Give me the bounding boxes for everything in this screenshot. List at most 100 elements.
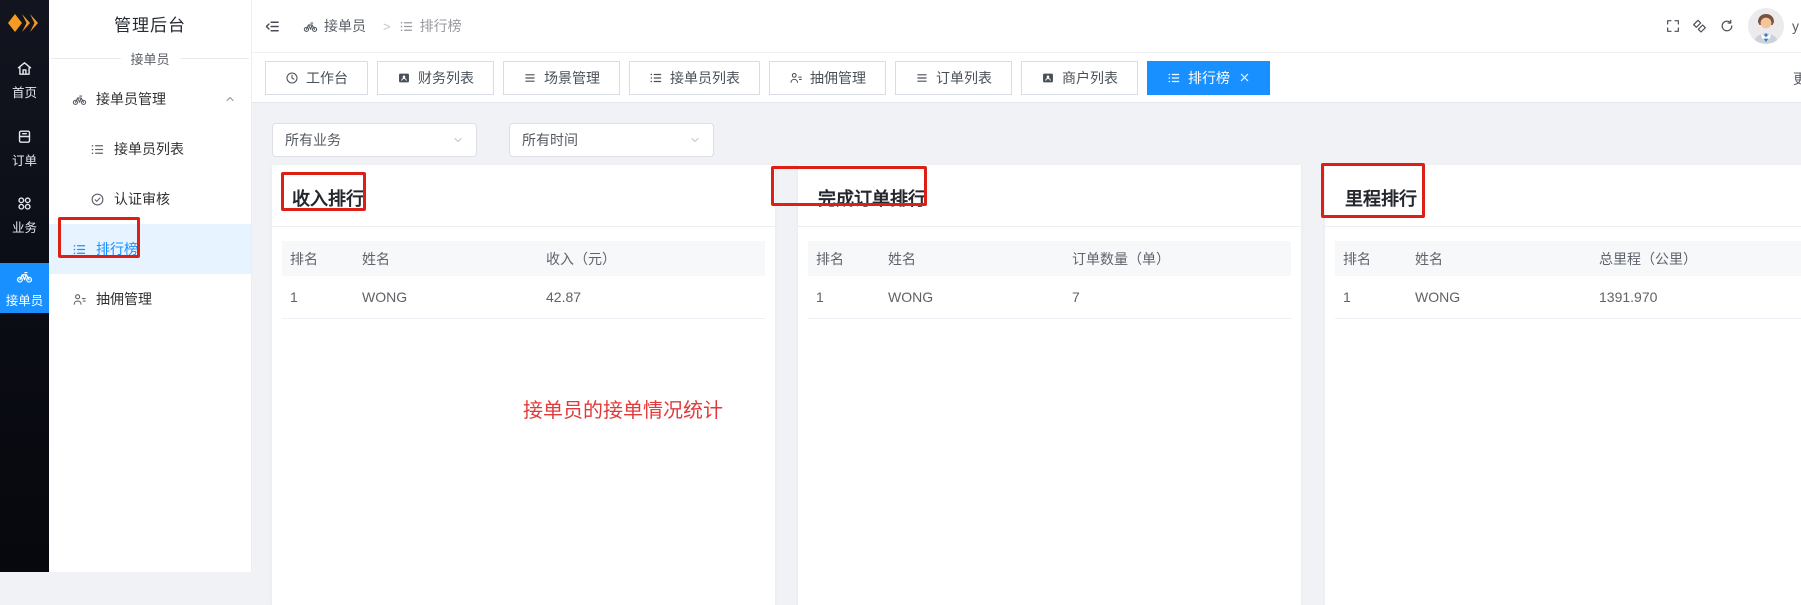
fullscreen-icon[interactable] [1665,18,1681,34]
business-grid-icon [16,195,33,212]
column-header-name: 姓名 [1415,249,1599,269]
rail-item-business[interactable]: 业务 [0,195,49,236]
sidebar-item-courier-management[interactable]: 接单员管理 [49,74,251,124]
sidebar-item-commission[interactable]: 抽佣管理 [49,274,251,324]
tab-label: 工作台 [306,68,348,88]
tab-scene-management[interactable]: 场景管理 [503,61,620,95]
tab-label: 订单列表 [936,68,992,88]
cell-rank: 1 [282,289,362,305]
tags-icon[interactable] [1692,18,1708,34]
menu-fold-icon[interactable] [264,18,281,35]
sidebar-menu: 接单员管理 接单员列表 认证审核 排行榜 抽佣管理 [49,74,251,324]
table-header: 排名 姓名 订单数量（单） [808,241,1291,276]
tab-workbench[interactable]: 工作台 [265,61,368,95]
orders-ranking-panel: 完成订单排行 排名 姓名 订单数量（单） 1 WONG 7 [798,165,1301,605]
tab-label: 财务列表 [418,68,474,88]
column-header-value: 总里程（公里） [1599,249,1801,269]
more-label[interactable]: 更 [1793,69,1801,89]
sidebar-item-label: 接单员列表 [114,139,184,159]
panel-title: 完成订单排行 [798,165,1301,227]
tab-label: 抽佣管理 [810,68,866,88]
person-lines-icon [789,71,803,85]
column-header-rank: 排名 [808,249,888,269]
list-icon [399,19,414,34]
cell-value: 1391.970 [1599,289,1801,305]
tab-courier-list[interactable]: 接单员列表 [629,61,760,95]
list-icon [90,142,105,157]
lines-icon [915,71,929,85]
tab-finance-list[interactable]: 财务列表 [377,61,494,95]
rail-item-label: 首页 [12,82,37,101]
rail-item-home[interactable]: 首页 [0,60,49,101]
home-icon [16,60,33,77]
sidebar-item-label: 排行榜 [96,239,138,259]
table-row[interactable]: 1 WONG 7 [808,276,1291,319]
app-logo-icon[interactable] [7,10,41,36]
cell-name: WONG [888,289,1072,305]
select-value: 所有时间 [522,130,578,150]
orders-ranking-table: 排名 姓名 订单数量（单） 1 WONG 7 [808,241,1291,319]
lines-icon [523,71,537,85]
chevron-up-icon[interactable] [224,93,236,105]
table-header: 排名 姓名 收入（元） [282,241,765,276]
check-circle-icon [90,192,105,207]
rail-item-label: 业务 [12,217,37,236]
chevron-down-icon [452,134,464,146]
sidebar-item-cert-review[interactable]: 认证审核 [49,174,251,224]
table-row[interactable]: 1 WONG 1391.970 [1335,276,1801,319]
tab-label: 场景管理 [544,68,600,88]
chevron-down-icon [689,134,701,146]
breadcrumb-current: 排行榜 [399,16,583,36]
refresh-icon[interactable] [1719,18,1735,34]
tab-label: 商户列表 [1062,68,1118,88]
cell-name: WONG [1415,289,1599,305]
tab-label: 排行榜 [1188,68,1230,88]
bicycle-icon [303,19,318,34]
list-icon [72,242,87,257]
time-filter-select[interactable]: 所有时间 [509,123,714,157]
topbar: 接单员 > 排行榜 y [252,0,1801,53]
cell-value: 7 [1072,289,1291,305]
tab-merchant-list[interactable]: 商户列表 [1021,61,1138,95]
tab-commission[interactable]: 抽佣管理 [769,61,886,95]
avatar[interactable] [1748,8,1784,44]
sidebar: 管理后台 接单员 接单员管理 接单员列表 认证审核 排行榜 抽佣管理 [49,0,252,572]
close-icon[interactable] [1239,72,1250,83]
app-title: 管理后台 [49,11,251,36]
person-lines-icon [72,292,87,307]
breadcrumb-separator: > [383,19,391,34]
rail-item-couriers[interactable]: 接单员 [0,263,49,313]
sidebar-item-ranking[interactable]: 排行榜 [49,224,251,274]
select-value: 所有业务 [285,130,341,150]
income-ranking-panel: 收入排行 排名 姓名 收入（元） 1 WONG 42.87 [272,165,775,605]
mileage-ranking-panel: 里程排行 排名 姓名 总里程（公里） 1 WONG 1391.970 [1325,165,1801,605]
column-header-value: 收入（元） [546,249,765,269]
tab-ranking[interactable]: 排行榜 [1147,61,1270,95]
list-icon [649,71,663,85]
rail-item-orders[interactable]: 订单 [0,128,49,169]
cell-rank: 1 [808,289,888,305]
column-header-name: 姓名 [888,249,1072,269]
sidebar-section-divider: 接单员 [49,49,251,68]
breadcrumb-parent[interactable]: 接单员 [295,16,375,36]
cell-name: WONG [362,289,546,305]
table-row[interactable]: 1 WONG 42.87 [282,276,765,319]
cell-value: 42.87 [546,289,765,305]
breadcrumb-label: 接单员 [324,16,366,36]
clock-icon [285,71,299,85]
bicycle-icon [16,268,33,285]
icon-rail: 首页 订单 业务 接单员 [0,0,49,572]
tab-order-list[interactable]: 订单列表 [895,61,1012,95]
username[interactable]: y [1792,18,1799,34]
tab-label: 接单员列表 [670,68,740,88]
card-icon [1041,71,1055,85]
sidebar-item-courier-list[interactable]: 接单员列表 [49,124,251,174]
breadcrumb-label: 排行榜 [420,16,462,36]
sidebar-item-label: 接单员管理 [96,89,166,109]
mileage-ranking-table: 排名 姓名 总里程（公里） 1 WONG 1391.970 [1335,241,1801,319]
panel-title: 收入排行 [272,165,775,227]
rail-item-label: 接单员 [6,290,44,309]
business-filter-select[interactable]: 所有业务 [272,123,477,157]
rail-item-label: 订单 [12,150,37,169]
column-header-rank: 排名 [282,249,362,269]
